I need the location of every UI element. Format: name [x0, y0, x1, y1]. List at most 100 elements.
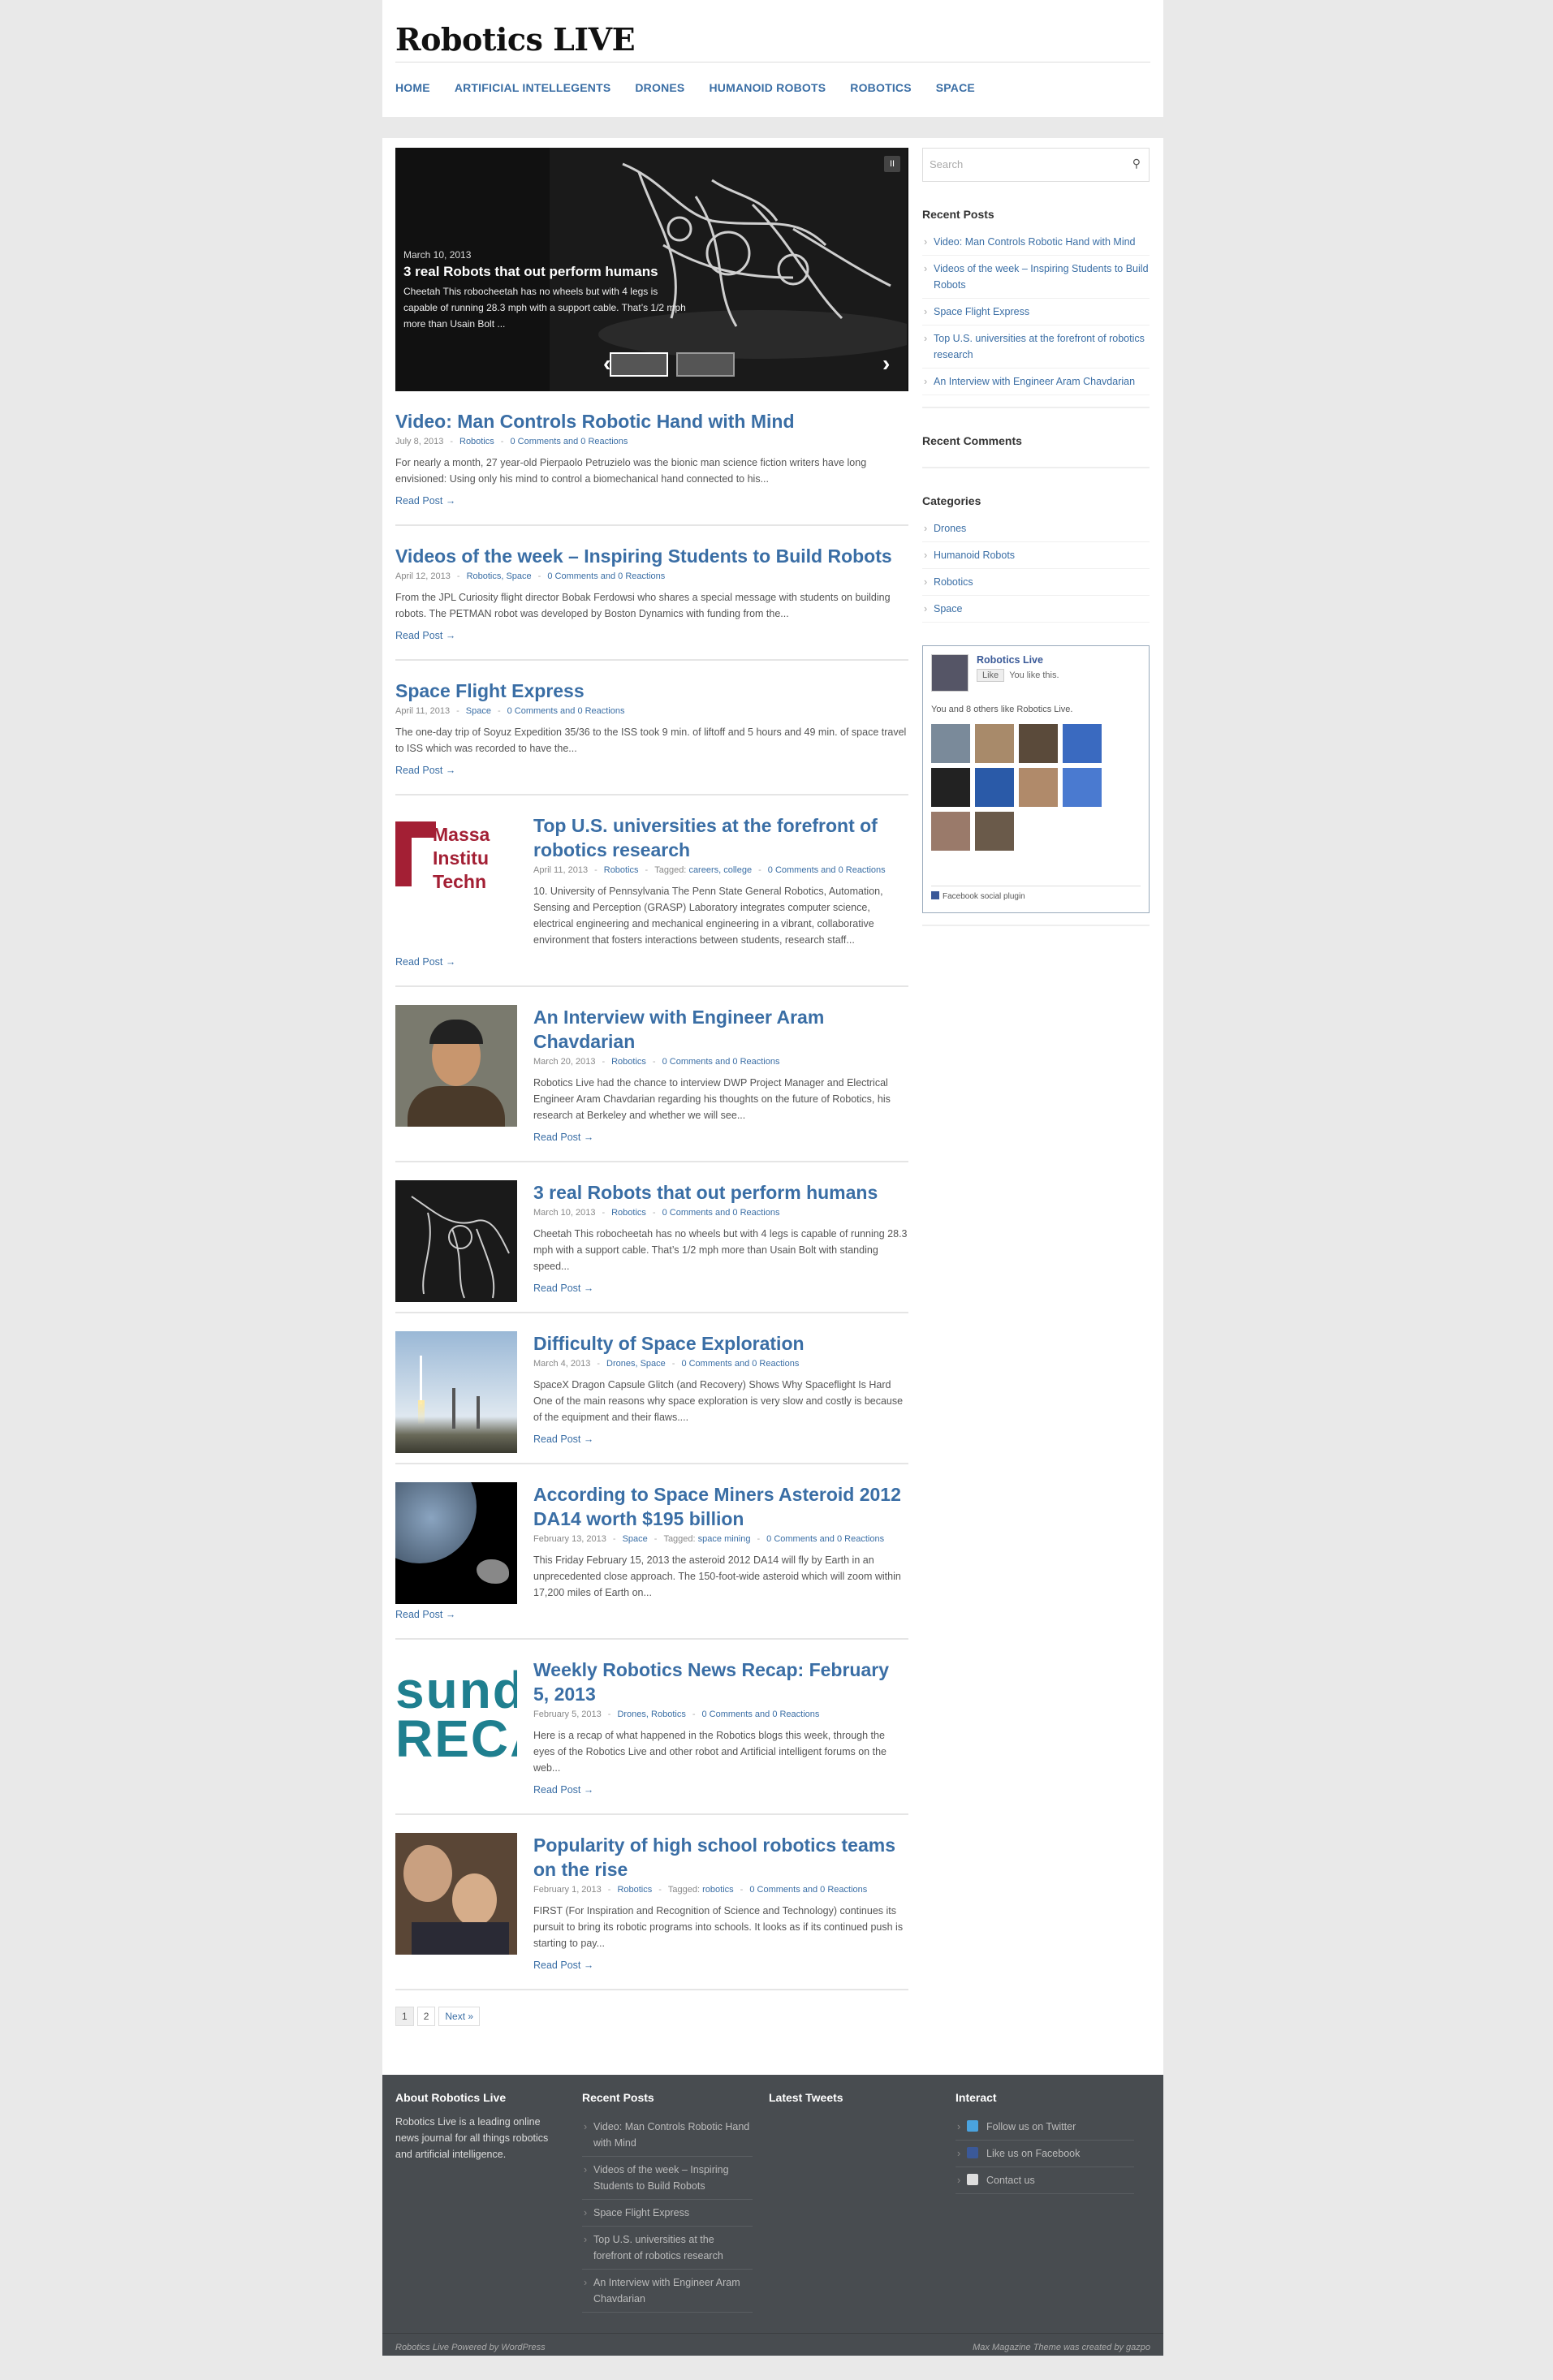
facebook-like-button[interactable]: Like — [977, 669, 1005, 682]
post-category[interactable]: Robotics — [459, 437, 494, 446]
recent-post-link[interactable]: Videos of the week – Inspiring Students … — [922, 256, 1150, 299]
credit-right[interactable]: Max Magazine Theme was created by gazpo — [973, 2343, 1150, 2352]
next-page-link[interactable]: Next » — [438, 2007, 481, 2026]
post-category[interactable]: Drones, Space — [606, 1359, 666, 1369]
footer-recent-link[interactable]: An Interview with Engineer Aram Chavdari… — [582, 2270, 753, 2313]
nav-drones[interactable]: DRONES — [635, 81, 684, 94]
post-title[interactable]: According to Space Miners Asteroid 2012 … — [533, 1482, 908, 1531]
post-tags[interactable]: space mining — [698, 1534, 751, 1544]
facebook-page-avatar[interactable] — [931, 654, 968, 692]
post-title[interactable]: 3 real Robots that out perform humans — [533, 1180, 908, 1205]
page-2[interactable]: 2 — [416, 2007, 436, 2026]
fan-avatar[interactable] — [1019, 768, 1058, 807]
like-facebook-link[interactable]: Like us on Facebook — [956, 2141, 1134, 2167]
facebook-page-name[interactable]: Robotics Live — [977, 654, 1064, 666]
read-post-link[interactable]: Read Post → — [533, 1784, 908, 1796]
featured-slider[interactable]: II March 10, 2013 3 real Robots that out… — [395, 148, 908, 391]
read-post-link[interactable]: Read Post → — [395, 956, 908, 968]
post-thumbnail[interactable]: Massa Institu Techn — [395, 813, 517, 935]
read-post-link[interactable]: Read Post → — [395, 495, 908, 507]
nav-artificial-intellegents[interactable]: ARTIFICIAL INTELLEGENTS — [455, 81, 611, 94]
post-comments[interactable]: 0 Comments and 0 Reactions — [681, 1359, 799, 1369]
slider-pause-button[interactable]: II — [884, 156, 900, 172]
footer-recent-link[interactable]: Video: Man Controls Robotic Hand with Mi… — [582, 2114, 753, 2157]
read-post-link[interactable]: Read Post → — [395, 630, 908, 641]
read-post-link[interactable]: Read Post → — [533, 1960, 908, 1971]
post-title[interactable]: Weekly Robotics News Recap: February 5, … — [533, 1658, 908, 1706]
fan-avatar[interactable] — [1019, 724, 1058, 763]
fan-avatar[interactable] — [1063, 724, 1102, 763]
post-comments[interactable]: 0 Comments and 0 Reactions — [510, 437, 628, 446]
facebook-plugin-label[interactable]: Facebook social plugin — [931, 886, 1141, 901]
recent-post-link[interactable]: An Interview with Engineer Aram Chavdari… — [922, 369, 1150, 395]
site-title[interactable]: Robotics LIVE — [395, 21, 636, 58]
post-thumbnail[interactable] — [395, 1331, 517, 1453]
footer-recent-link[interactable]: Space Flight Express — [582, 2200, 753, 2227]
nav-home[interactable]: HOME — [395, 81, 430, 94]
category-link[interactable]: Drones — [922, 515, 1150, 542]
slider-thumb-2[interactable] — [676, 352, 735, 377]
post-thumbnail[interactable] — [395, 1180, 517, 1302]
post-thumbnail[interactable]: sunda RECAI — [395, 1658, 517, 1779]
post-category[interactable]: Robotics — [611, 1057, 646, 1067]
post-thumbnail[interactable] — [395, 1482, 517, 1604]
read-post-link[interactable]: Read Post → — [533, 1434, 908, 1445]
post-title[interactable]: Difficulty of Space Exploration — [533, 1331, 908, 1356]
post-category[interactable]: Robotics, Space — [467, 571, 532, 581]
nav-humanoid-robots[interactable]: HUMANOID ROBOTS — [709, 81, 826, 94]
recent-post-link[interactable]: Space Flight Express — [922, 299, 1150, 326]
post-tags[interactable]: robotics — [702, 1885, 734, 1895]
fan-avatar[interactable] — [975, 812, 1014, 851]
post-title[interactable]: Popularity of high school robotics teams… — [533, 1833, 908, 1882]
slide-title[interactable]: 3 real Robots that out perform humans — [403, 264, 688, 280]
post-comments[interactable]: 0 Comments and 0 Reactions — [662, 1208, 780, 1218]
read-post-link[interactable]: Read Post → — [395, 1609, 908, 1620]
post-category[interactable]: Robotics — [604, 865, 639, 875]
recent-post-link[interactable]: Top U.S. universities at the forefront o… — [922, 326, 1150, 369]
post-thumbnail[interactable] — [395, 1005, 517, 1127]
post-comments[interactable]: 0 Comments and 0 Reactions — [749, 1885, 867, 1895]
read-post-link[interactable]: Read Post → — [533, 1132, 908, 1143]
nav-robotics[interactable]: ROBOTICS — [850, 81, 912, 94]
post-category[interactable]: Drones, Robotics — [617, 1710, 685, 1719]
slider-next-arrow-icon[interactable]: › — [882, 351, 890, 377]
post-comments[interactable]: 0 Comments and 0 Reactions — [547, 571, 665, 581]
search-input[interactable]: Search ⚲ — [922, 148, 1150, 182]
post-comments[interactable]: 0 Comments and 0 Reactions — [662, 1057, 780, 1067]
post-category[interactable]: Space — [466, 706, 491, 716]
credit-left[interactable]: Robotics Live Powered by WordPress — [395, 2343, 546, 2352]
post-comments[interactable]: 0 Comments and 0 Reactions — [768, 865, 886, 875]
post-comments[interactable]: 0 Comments and 0 Reactions — [702, 1710, 820, 1719]
fan-avatar[interactable] — [1063, 768, 1102, 807]
post-title[interactable]: Videos of the week – Inspiring Students … — [395, 544, 908, 568]
nav-space[interactable]: SPACE — [936, 81, 975, 94]
read-post-link[interactable]: Read Post → — [533, 1283, 908, 1294]
follow-twitter-link[interactable]: Follow us on Twitter — [956, 2114, 1134, 2141]
contact-link[interactable]: Contact us — [956, 2167, 1134, 2194]
post-title[interactable]: An Interview with Engineer Aram Chavdari… — [533, 1005, 908, 1054]
fan-avatar[interactable] — [975, 724, 1014, 763]
post-comments[interactable]: 0 Comments and 0 Reactions — [766, 1534, 884, 1544]
fan-avatar[interactable] — [975, 768, 1014, 807]
fan-avatar[interactable] — [931, 724, 970, 763]
fan-avatar[interactable] — [931, 768, 970, 807]
post-title[interactable]: Space Flight Express — [395, 679, 908, 703]
footer-recent-link[interactable]: Top U.S. universities at the forefront o… — [582, 2227, 753, 2270]
post-comments[interactable]: 0 Comments and 0 Reactions — [507, 706, 625, 716]
post-title[interactable]: Video: Man Controls Robotic Hand with Mi… — [395, 409, 908, 433]
read-post-link[interactable]: Read Post → — [395, 765, 908, 776]
recent-post-link[interactable]: Video: Man Controls Robotic Hand with Mi… — [922, 229, 1150, 256]
post-title[interactable]: Top U.S. universities at the forefront o… — [533, 813, 908, 862]
footer-recent-link[interactable]: Videos of the week – Inspiring Students … — [582, 2157, 753, 2200]
post-thumbnail[interactable] — [395, 1833, 517, 1955]
category-link[interactable]: Robotics — [922, 569, 1150, 596]
post-category[interactable]: Robotics — [611, 1208, 646, 1218]
post-category[interactable]: Space — [623, 1534, 648, 1544]
category-link[interactable]: Humanoid Robots — [922, 542, 1150, 569]
slider-thumb-1[interactable] — [610, 352, 668, 377]
search-icon[interactable]: ⚲ — [1132, 157, 1141, 170]
post-category[interactable]: Robotics — [617, 1885, 652, 1895]
post-tags[interactable]: careers, college — [688, 865, 752, 875]
fan-avatar[interactable] — [931, 812, 970, 851]
category-link[interactable]: Space — [922, 596, 1150, 623]
